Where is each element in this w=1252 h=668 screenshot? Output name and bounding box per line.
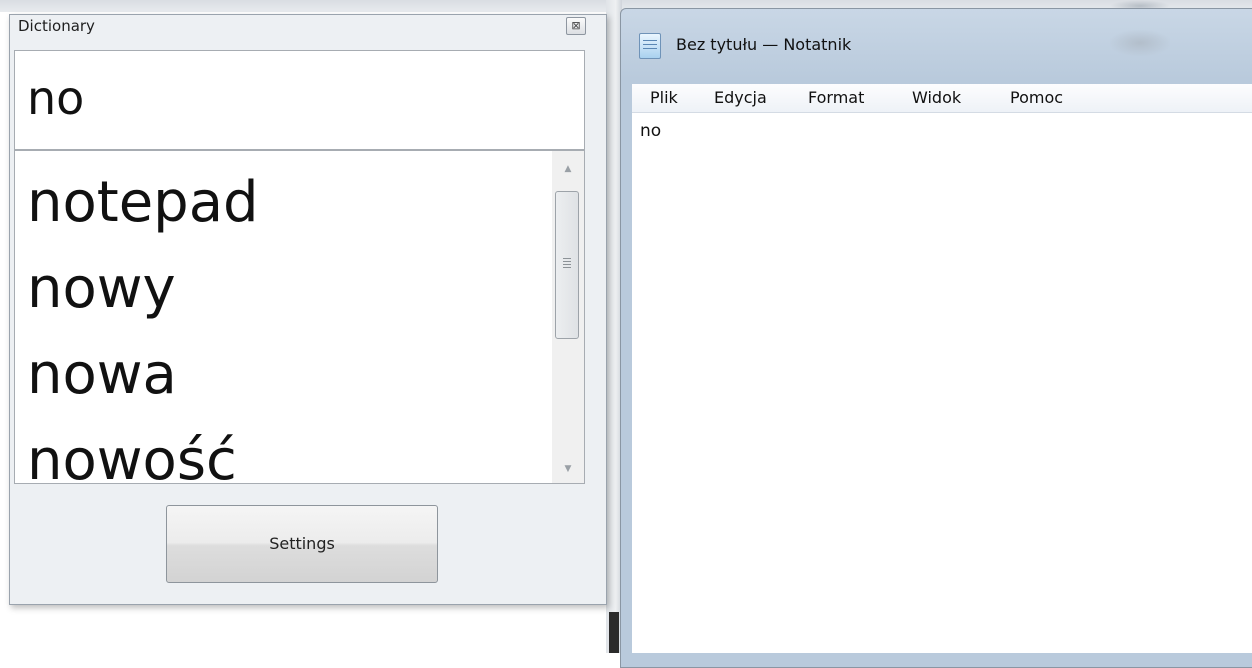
notepad-title: Bez tytułu — Notatnik <box>676 35 852 54</box>
grip-icon <box>563 258 571 268</box>
scroll-thumb[interactable] <box>555 191 579 339</box>
menu-widok[interactable]: Widok <box>912 88 961 107</box>
menu-edycja[interactable]: Edycja <box>714 88 767 107</box>
menu-format[interactable]: Format <box>808 88 864 107</box>
caption-button-blur <box>1110 30 1170 56</box>
suggestion-item[interactable]: nowy <box>27 261 176 317</box>
menu-bar: Plik Edycja Format Widok Pomoc <box>632 84 1252 113</box>
notepad-text: no <box>640 121 662 141</box>
dictionary-title: Dictionary <box>18 17 95 35</box>
scroll-down-arrow-icon[interactable]: ▼ <box>552 457 584 481</box>
suggestion-item[interactable]: nowość <box>27 433 237 484</box>
suggestion-item[interactable]: notepad <box>27 175 259 231</box>
taskbar-edge <box>609 612 619 653</box>
notepad-icon <box>639 33 661 59</box>
suggestion-list[interactable]: notepad nowy nowa nowość ▲ ▼ <box>14 150 585 484</box>
menu-pomoc[interactable]: Pomoc <box>1010 88 1063 107</box>
dictionary-input-value: no <box>27 71 85 125</box>
dictionary-input[interactable]: no <box>14 50 585 150</box>
suggestion-item[interactable]: nowa <box>27 347 177 403</box>
notepad-text-area[interactable]: no <box>632 113 1252 653</box>
close-icon[interactable]: ⊠ <box>566 17 586 35</box>
menu-plik[interactable]: Plik <box>650 88 678 107</box>
scroll-up-arrow-icon[interactable]: ▲ <box>552 157 584 181</box>
vertical-scrollbar[interactable]: ▲ ▼ <box>552 151 584 483</box>
settings-button[interactable]: Settings <box>166 505 438 583</box>
